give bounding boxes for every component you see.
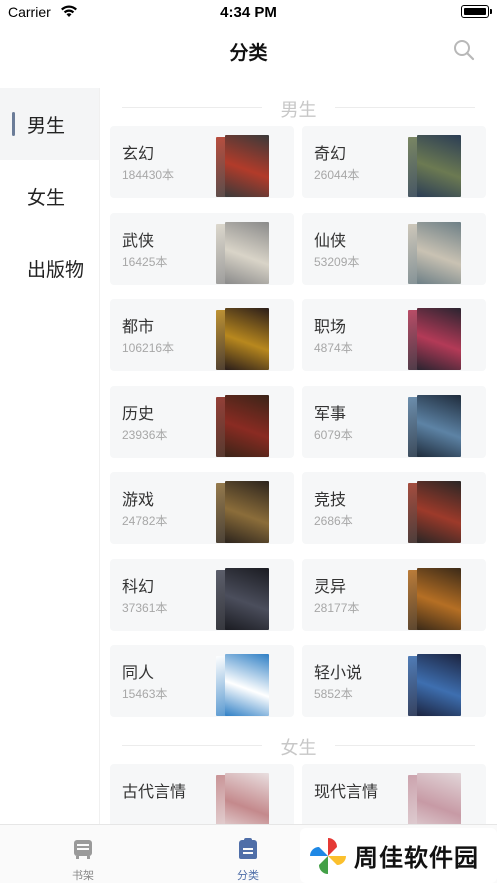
category-book-count: 26044本	[314, 168, 360, 182]
category-name: 奇幻	[314, 146, 347, 163]
page-title: 分类	[229, 43, 268, 64]
category-name: 职场	[314, 319, 347, 336]
category-book-count: 4874本	[314, 341, 353, 355]
category-book-count: 5852本	[314, 687, 353, 701]
book-cover	[417, 654, 461, 716]
section-title: 女生	[280, 738, 317, 758]
book-cover	[225, 221, 269, 284]
sidebar-item-label: 出版物	[27, 259, 85, 281]
divider	[335, 745, 475, 746]
category-content[interactable]: 男生 玄幻 184430本 奇幻 26044本武侠 16425本 仙侠 53209本都市 10…	[100, 88, 497, 824]
book-cover	[417, 773, 461, 824]
category-card[interactable]: 游戏 24782本	[110, 472, 294, 544]
category-name: 玄幻	[122, 146, 155, 163]
category-card[interactable]: 玄幻 184430本	[110, 126, 294, 198]
category-name: 同人	[122, 665, 155, 682]
category-card[interactable]: 灵异 28177本	[302, 558, 486, 631]
category-card[interactable]: 武侠 16425本	[110, 212, 294, 285]
category-card[interactable]: 仙侠 53209本	[302, 212, 486, 285]
category-card[interactable]: 职场 4874本	[302, 299, 486, 371]
clock: 4:34 PM	[220, 4, 277, 21]
category-card[interactable]: 都市 106216本	[110, 299, 294, 371]
category-icon	[239, 838, 257, 859]
category-book-count: 28177本	[314, 600, 360, 615]
tab-category[interactable]: 分类	[218, 831, 278, 882]
category-name: 科幻	[122, 578, 155, 596]
category-name: 都市	[122, 319, 155, 336]
sidebar-item-label: 女生	[27, 187, 66, 209]
category-book-count: 53209本	[314, 254, 360, 269]
sidebar-item-male[interactable]: 男生	[0, 88, 99, 160]
watermark-text: 周佳软件园	[354, 845, 479, 872]
sidebar-item-female[interactable]: 女生	[0, 160, 99, 232]
category-book-count: 6079本	[314, 427, 353, 442]
category-name: 灵异	[314, 578, 347, 596]
category-book-count: 16425本	[122, 254, 168, 269]
category-card[interactable]: 竞技 2686本	[302, 472, 486, 544]
category-card[interactable]: 古代言情	[110, 764, 294, 824]
category-name: 军事	[314, 405, 347, 423]
category-card[interactable]: 奇幻 26044本	[302, 126, 486, 198]
category-grid-female: 古代言情 现代言情	[100, 764, 497, 824]
book-cover	[225, 654, 269, 716]
category-name: 游戏	[122, 492, 155, 509]
category-name: 现代言情	[314, 784, 379, 801]
book-cover	[225, 308, 269, 370]
nav-bar: 分类	[0, 26, 497, 76]
book-cover	[225, 394, 269, 457]
category-name: 轻小说	[314, 665, 363, 682]
section-title: 男生	[280, 100, 317, 120]
category-name: 竞技	[314, 492, 347, 509]
battery-icon	[461, 5, 492, 18]
category-book-count: 24782本	[122, 514, 168, 528]
section-header-male: 男生	[100, 88, 497, 126]
search-icon[interactable]	[453, 39, 475, 61]
sidebar-item-label: 男生	[27, 115, 66, 137]
sidebar-item-publications[interactable]: 出版物	[0, 232, 99, 304]
category-book-count: 23936本	[122, 427, 168, 442]
book-cover	[417, 135, 461, 197]
book-cover	[417, 567, 461, 630]
category-card[interactable]: 历史 23936本	[110, 385, 294, 458]
active-indicator	[12, 112, 15, 136]
category-card[interactable]: 科幻 37361本	[110, 558, 294, 631]
category-book-count: 184430本	[122, 168, 175, 182]
category-book-count: 15463本	[122, 687, 168, 701]
category-card[interactable]: 轻小说 5852本	[302, 645, 486, 717]
tab-bookshelf[interactable]: 书架	[53, 831, 113, 882]
category-book-count: 37361本	[122, 600, 168, 615]
book-cover	[225, 135, 269, 197]
category-card[interactable]: 军事 6079本	[302, 385, 486, 458]
category-book-count: 106216本	[122, 341, 175, 355]
book-cover	[225, 773, 269, 824]
book-cover	[225, 481, 269, 543]
category-grid-male: 玄幻 184430本 奇幻 26044本武侠 16425本 仙侠 53209本都市 10621…	[100, 126, 497, 726]
category-book-count: 2686本	[314, 514, 353, 528]
book-cover	[417, 221, 461, 284]
status-bar: Carrier 4:34 PM	[0, 0, 497, 26]
bookshelf-icon	[74, 840, 92, 859]
category-name: 历史	[122, 405, 155, 423]
category-card[interactable]: 现代言情	[302, 764, 486, 824]
category-card[interactable]: 同人 15463本	[110, 645, 294, 717]
category-name: 古代言情	[122, 784, 187, 801]
book-cover	[417, 394, 461, 457]
pinwheel-logo-icon	[310, 837, 346, 874]
category-name: 仙侠	[314, 232, 347, 250]
category-sidebar: 男生 女生 出版物	[0, 88, 100, 824]
divider	[335, 107, 475, 108]
tab-label: 书架	[72, 870, 94, 882]
tab-label: 分类	[237, 870, 259, 882]
book-cover	[225, 567, 269, 630]
book-cover	[417, 481, 461, 543]
book-cover	[417, 308, 461, 370]
watermark: 周佳软件园	[300, 828, 497, 883]
section-header-female: 女生	[100, 726, 497, 764]
category-name: 武侠	[122, 232, 155, 250]
